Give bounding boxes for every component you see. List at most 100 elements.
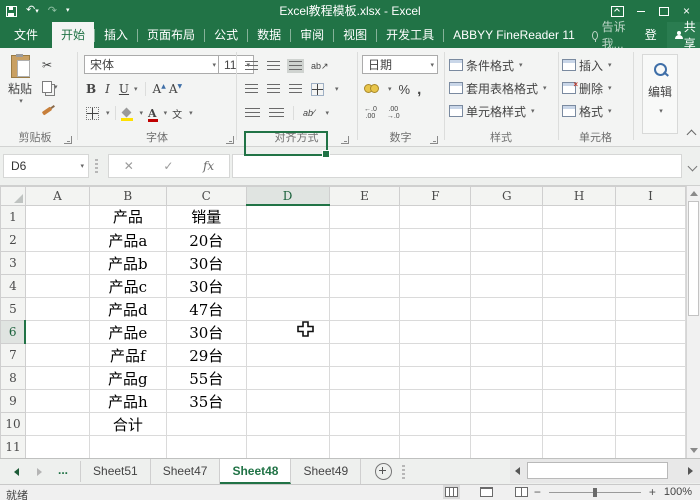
comma-style-button[interactable]: , (417, 81, 421, 98)
insert-cells-button[interactable]: 插入▾ (562, 55, 612, 75)
column-header-D[interactable]: D (246, 187, 329, 206)
tab-home[interactable]: 开始 (52, 22, 94, 48)
row-header-6[interactable]: 6 (1, 321, 26, 344)
tab-ribbon-1[interactable]: 插入 (95, 22, 137, 48)
merge-center-icon[interactable] (311, 83, 324, 96)
scroll-left-icon[interactable] (515, 467, 520, 475)
fill-handle[interactable] (322, 150, 330, 158)
scroll-down-icon[interactable] (690, 448, 698, 453)
column-header-A[interactable]: A (25, 187, 89, 206)
cell-D9[interactable] (246, 390, 329, 413)
sheet-tab-sheet51[interactable]: Sheet51 (81, 459, 151, 484)
sheet-tab-sheet47[interactable]: Sheet47 (151, 459, 221, 484)
cell-C5[interactable]: 47台 (166, 298, 246, 321)
orientation-icon[interactable]: ab↗ (311, 63, 329, 70)
row-header-5[interactable]: 5 (1, 298, 26, 321)
accounting-dropdown-icon[interactable]: ▾ (388, 85, 392, 93)
sheet-tab-sheet48[interactable]: Sheet48 (220, 459, 291, 484)
shrink-font-button[interactable]: A▼ (169, 82, 182, 96)
cell-A3[interactable] (25, 252, 89, 275)
top-align-icon[interactable] (245, 61, 258, 71)
cell-G8[interactable] (471, 367, 543, 390)
page-break-view-icon[interactable] (515, 487, 528, 497)
percent-style-button[interactable]: % (399, 82, 411, 97)
zoom-slider[interactable] (549, 492, 641, 493)
cell-G9[interactable] (471, 390, 543, 413)
format-as-table-button[interactable]: 套用表格格式▾ (449, 78, 547, 98)
align-left-icon[interactable] (245, 84, 258, 94)
cell-styles-button[interactable]: 单元格样式▾ (449, 101, 535, 121)
number-format-combo[interactable]: 日期▾ (362, 55, 438, 74)
cell-B10[interactable]: 合计 (89, 413, 166, 436)
cell-B6[interactable]: 产品e (89, 321, 166, 344)
cell-G11[interactable] (471, 436, 543, 459)
paste-button[interactable]: 粘贴 ▾ (8, 55, 32, 105)
cell-A1[interactable] (25, 205, 89, 229)
middle-align-icon[interactable] (267, 61, 280, 71)
cell-D11[interactable] (246, 436, 329, 459)
number-dialog-launcher-icon[interactable] (430, 136, 438, 144)
fill-color-dropdown-icon[interactable]: ▾ (140, 109, 144, 117)
fill-color-icon[interactable] (121, 109, 133, 117)
cell-E8[interactable] (329, 367, 400, 390)
cell-I2[interactable] (616, 229, 686, 252)
cell-F2[interactable] (400, 229, 471, 252)
cell-C2[interactable]: 20台 (166, 229, 246, 252)
tab-ribbon-2[interactable]: 页面布局 (138, 22, 204, 48)
cell-I8[interactable] (616, 367, 686, 390)
editing-button[interactable]: 编辑 ▾ (642, 54, 678, 134)
cell-A9[interactable] (25, 390, 89, 413)
cell-I6[interactable] (616, 321, 686, 344)
format-painter-button[interactable] (42, 102, 52, 120)
zoom-in-button[interactable]: + (649, 486, 656, 498)
cell-E9[interactable] (329, 390, 400, 413)
cell-D1[interactable] (246, 205, 329, 229)
delete-cells-button[interactable]: × 删除▾ (562, 78, 612, 98)
cell-B2[interactable]: 产品a (89, 229, 166, 252)
cell-H8[interactable] (543, 367, 616, 390)
align-right-icon[interactable] (289, 84, 302, 94)
cell-I4[interactable] (616, 275, 686, 298)
select-all-corner[interactable] (1, 187, 26, 206)
cell-F4[interactable] (400, 275, 471, 298)
cell-A4[interactable] (25, 275, 89, 298)
sign-in-button[interactable]: 登录 (635, 22, 667, 48)
cell-E4[interactable] (329, 275, 400, 298)
cell-G4[interactable] (471, 275, 543, 298)
cell-B8[interactable]: 产品g (89, 367, 166, 390)
scroll-up-icon[interactable] (690, 191, 698, 196)
italic-button[interactable]: I (105, 82, 110, 96)
normal-view-icon[interactable] (445, 487, 458, 497)
cell-C6[interactable]: 30台 (166, 321, 246, 344)
cell-B4[interactable]: 产品c (89, 275, 166, 298)
increase-indent-icon[interactable] (269, 108, 284, 118)
accounting-format-icon[interactable] (364, 82, 379, 96)
cell-H1[interactable] (543, 205, 616, 229)
cell-A7[interactable] (25, 344, 89, 367)
cell-I9[interactable] (616, 390, 686, 413)
increase-decimal-icon[interactable]: ←.0.00 (364, 106, 377, 120)
tab-ribbon-6[interactable]: 视图 (334, 22, 376, 48)
row-header-3[interactable]: 3 (1, 252, 26, 275)
cell-F8[interactable] (400, 367, 471, 390)
cell-F5[interactable] (400, 298, 471, 321)
cell-E3[interactable] (329, 252, 400, 275)
column-header-I[interactable]: I (616, 187, 686, 206)
wrap-text-icon[interactable]: ab⁄ (303, 110, 315, 117)
cell-D2[interactable] (246, 229, 329, 252)
name-box[interactable]: D6 ▾ (3, 154, 89, 178)
phonetic-dropdown-icon[interactable]: ▾ (189, 109, 193, 117)
expand-formula-bar-icon[interactable] (688, 162, 698, 172)
cell-F7[interactable] (400, 344, 471, 367)
cell-E10[interactable] (329, 413, 400, 436)
column-header-G[interactable]: G (471, 187, 543, 206)
tell-me-button[interactable]: 告诉我... (584, 22, 635, 48)
cell-H11[interactable] (543, 436, 616, 459)
tab-ribbon-8[interactable]: ABBYY FineReader 11 (444, 22, 584, 48)
cell-B11[interactable] (89, 436, 166, 459)
sheet-overflow-button[interactable]: ... (42, 459, 80, 484)
alignment-dialog-launcher-icon[interactable] (341, 136, 349, 144)
cell-H3[interactable] (543, 252, 616, 275)
phonetic-guide-button[interactable]: 文 (172, 106, 182, 121)
decrease-indent-icon[interactable] (245, 108, 260, 118)
